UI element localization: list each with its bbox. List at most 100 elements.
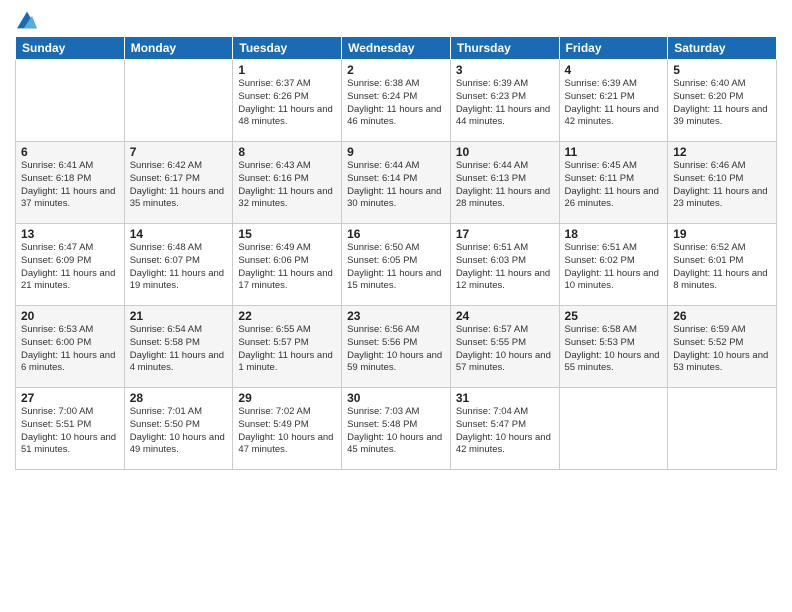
calendar-cell: 13Sunrise: 6:47 AM Sunset: 6:09 PM Dayli… — [16, 224, 125, 306]
calendar-week-5: 27Sunrise: 7:00 AM Sunset: 5:51 PM Dayli… — [16, 388, 777, 470]
calendar-cell: 25Sunrise: 6:58 AM Sunset: 5:53 PM Dayli… — [559, 306, 668, 388]
calendar-cell: 6Sunrise: 6:41 AM Sunset: 6:18 PM Daylig… — [16, 142, 125, 224]
day-detail: Sunrise: 6:49 AM Sunset: 6:06 PM Dayligh… — [238, 242, 336, 293]
calendar-cell: 7Sunrise: 6:42 AM Sunset: 6:17 PM Daylig… — [124, 142, 233, 224]
day-detail: Sunrise: 6:57 AM Sunset: 5:55 PM Dayligh… — [456, 324, 554, 375]
day-detail: Sunrise: 6:50 AM Sunset: 6:05 PM Dayligh… — [347, 242, 445, 293]
day-number: 16 — [347, 227, 445, 241]
calendar-cell: 21Sunrise: 6:54 AM Sunset: 5:58 PM Dayli… — [124, 306, 233, 388]
day-detail: Sunrise: 6:39 AM Sunset: 6:21 PM Dayligh… — [565, 78, 663, 129]
calendar-header-friday: Friday — [559, 37, 668, 60]
calendar-cell: 17Sunrise: 6:51 AM Sunset: 6:03 PM Dayli… — [450, 224, 559, 306]
calendar-header-wednesday: Wednesday — [342, 37, 451, 60]
day-detail: Sunrise: 6:45 AM Sunset: 6:11 PM Dayligh… — [565, 160, 663, 211]
day-number: 13 — [21, 227, 119, 241]
calendar-cell — [559, 388, 668, 470]
day-detail: Sunrise: 6:52 AM Sunset: 6:01 PM Dayligh… — [673, 242, 771, 293]
calendar-cell: 23Sunrise: 6:56 AM Sunset: 5:56 PM Dayli… — [342, 306, 451, 388]
day-number: 9 — [347, 145, 445, 159]
day-detail: Sunrise: 7:02 AM Sunset: 5:49 PM Dayligh… — [238, 406, 336, 457]
day-detail: Sunrise: 6:46 AM Sunset: 6:10 PM Dayligh… — [673, 160, 771, 211]
day-number: 25 — [565, 309, 663, 323]
calendar-week-4: 20Sunrise: 6:53 AM Sunset: 6:00 PM Dayli… — [16, 306, 777, 388]
calendar-cell: 3Sunrise: 6:39 AM Sunset: 6:23 PM Daylig… — [450, 60, 559, 142]
calendar-cell: 30Sunrise: 7:03 AM Sunset: 5:48 PM Dayli… — [342, 388, 451, 470]
day-number: 30 — [347, 391, 445, 405]
calendar-cell: 26Sunrise: 6:59 AM Sunset: 5:52 PM Dayli… — [668, 306, 777, 388]
day-detail: Sunrise: 6:41 AM Sunset: 6:18 PM Dayligh… — [21, 160, 119, 211]
day-detail: Sunrise: 6:44 AM Sunset: 6:14 PM Dayligh… — [347, 160, 445, 211]
day-detail: Sunrise: 6:47 AM Sunset: 6:09 PM Dayligh… — [21, 242, 119, 293]
day-number: 17 — [456, 227, 554, 241]
day-detail: Sunrise: 6:43 AM Sunset: 6:16 PM Dayligh… — [238, 160, 336, 211]
day-detail: Sunrise: 6:38 AM Sunset: 6:24 PM Dayligh… — [347, 78, 445, 129]
day-number: 1 — [238, 63, 336, 77]
calendar-cell: 18Sunrise: 6:51 AM Sunset: 6:02 PM Dayli… — [559, 224, 668, 306]
calendar-cell: 16Sunrise: 6:50 AM Sunset: 6:05 PM Dayli… — [342, 224, 451, 306]
calendar-header-tuesday: Tuesday — [233, 37, 342, 60]
calendar-cell — [16, 60, 125, 142]
calendar-cell: 9Sunrise: 6:44 AM Sunset: 6:14 PM Daylig… — [342, 142, 451, 224]
day-number: 24 — [456, 309, 554, 323]
calendar-cell: 5Sunrise: 6:40 AM Sunset: 6:20 PM Daylig… — [668, 60, 777, 142]
day-number: 2 — [347, 63, 445, 77]
logo-icon — [17, 10, 37, 30]
day-number: 29 — [238, 391, 336, 405]
calendar-cell: 22Sunrise: 6:55 AM Sunset: 5:57 PM Dayli… — [233, 306, 342, 388]
calendar-header-thursday: Thursday — [450, 37, 559, 60]
calendar-week-3: 13Sunrise: 6:47 AM Sunset: 6:09 PM Dayli… — [16, 224, 777, 306]
day-detail: Sunrise: 6:58 AM Sunset: 5:53 PM Dayligh… — [565, 324, 663, 375]
day-detail: Sunrise: 6:59 AM Sunset: 5:52 PM Dayligh… — [673, 324, 771, 375]
day-detail: Sunrise: 6:53 AM Sunset: 6:00 PM Dayligh… — [21, 324, 119, 375]
day-number: 18 — [565, 227, 663, 241]
calendar-cell: 27Sunrise: 7:00 AM Sunset: 5:51 PM Dayli… — [16, 388, 125, 470]
day-number: 14 — [130, 227, 228, 241]
day-number: 11 — [565, 145, 663, 159]
calendar-cell: 15Sunrise: 6:49 AM Sunset: 6:06 PM Dayli… — [233, 224, 342, 306]
calendar-header-sunday: Sunday — [16, 37, 125, 60]
calendar-cell: 8Sunrise: 6:43 AM Sunset: 6:16 PM Daylig… — [233, 142, 342, 224]
day-number: 8 — [238, 145, 336, 159]
day-detail: Sunrise: 6:42 AM Sunset: 6:17 PM Dayligh… — [130, 160, 228, 211]
day-detail: Sunrise: 6:51 AM Sunset: 6:03 PM Dayligh… — [456, 242, 554, 293]
day-detail: Sunrise: 7:01 AM Sunset: 5:50 PM Dayligh… — [130, 406, 228, 457]
day-number: 12 — [673, 145, 771, 159]
calendar-cell: 14Sunrise: 6:48 AM Sunset: 6:07 PM Dayli… — [124, 224, 233, 306]
calendar: SundayMondayTuesdayWednesdayThursdayFrid… — [15, 36, 777, 470]
calendar-cell: 1Sunrise: 6:37 AM Sunset: 6:26 PM Daylig… — [233, 60, 342, 142]
day-detail: Sunrise: 6:51 AM Sunset: 6:02 PM Dayligh… — [565, 242, 663, 293]
calendar-cell — [124, 60, 233, 142]
day-detail: Sunrise: 7:04 AM Sunset: 5:47 PM Dayligh… — [456, 406, 554, 457]
day-number: 23 — [347, 309, 445, 323]
day-detail: Sunrise: 6:56 AM Sunset: 5:56 PM Dayligh… — [347, 324, 445, 375]
day-detail: Sunrise: 6:48 AM Sunset: 6:07 PM Dayligh… — [130, 242, 228, 293]
page: SundayMondayTuesdayWednesdayThursdayFrid… — [0, 0, 792, 612]
day-detail: Sunrise: 7:03 AM Sunset: 5:48 PM Dayligh… — [347, 406, 445, 457]
day-detail: Sunrise: 6:44 AM Sunset: 6:13 PM Dayligh… — [456, 160, 554, 211]
day-number: 4 — [565, 63, 663, 77]
calendar-week-1: 1Sunrise: 6:37 AM Sunset: 6:26 PM Daylig… — [16, 60, 777, 142]
calendar-cell: 24Sunrise: 6:57 AM Sunset: 5:55 PM Dayli… — [450, 306, 559, 388]
calendar-header-row: SundayMondayTuesdayWednesdayThursdayFrid… — [16, 37, 777, 60]
day-number: 19 — [673, 227, 771, 241]
calendar-cell: 2Sunrise: 6:38 AM Sunset: 6:24 PM Daylig… — [342, 60, 451, 142]
day-number: 15 — [238, 227, 336, 241]
calendar-header-saturday: Saturday — [668, 37, 777, 60]
day-detail: Sunrise: 6:39 AM Sunset: 6:23 PM Dayligh… — [456, 78, 554, 129]
day-number: 22 — [238, 309, 336, 323]
day-number: 3 — [456, 63, 554, 77]
day-number: 7 — [130, 145, 228, 159]
calendar-cell: 28Sunrise: 7:01 AM Sunset: 5:50 PM Dayli… — [124, 388, 233, 470]
calendar-cell: 4Sunrise: 6:39 AM Sunset: 6:21 PM Daylig… — [559, 60, 668, 142]
calendar-cell: 10Sunrise: 6:44 AM Sunset: 6:13 PM Dayli… — [450, 142, 559, 224]
logo — [15, 10, 37, 30]
day-number: 5 — [673, 63, 771, 77]
day-number: 6 — [21, 145, 119, 159]
calendar-week-2: 6Sunrise: 6:41 AM Sunset: 6:18 PM Daylig… — [16, 142, 777, 224]
calendar-cell: 12Sunrise: 6:46 AM Sunset: 6:10 PM Dayli… — [668, 142, 777, 224]
calendar-cell: 20Sunrise: 6:53 AM Sunset: 6:00 PM Dayli… — [16, 306, 125, 388]
calendar-cell: 31Sunrise: 7:04 AM Sunset: 5:47 PM Dayli… — [450, 388, 559, 470]
day-number: 31 — [456, 391, 554, 405]
day-number: 27 — [21, 391, 119, 405]
day-number: 10 — [456, 145, 554, 159]
